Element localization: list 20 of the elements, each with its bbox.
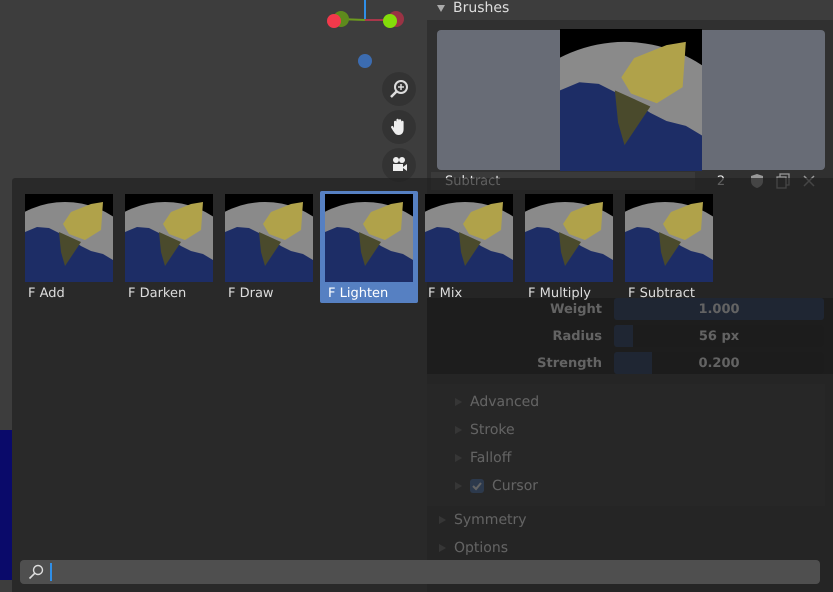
- expanded-arrow-icon[interactable]: [437, 4, 445, 12]
- brush-item[interactable]: F Subtract: [620, 191, 718, 303]
- brush-item[interactable]: F Draw: [220, 191, 318, 303]
- brush-item[interactable]: F Lighten: [320, 191, 418, 303]
- slider-label: Weight: [549, 302, 602, 316]
- hand-icon[interactable]: [382, 110, 416, 144]
- brush-item[interactable]: F Darken: [120, 191, 218, 303]
- slider-label: Strength: [536, 356, 602, 370]
- slider-value: 1.000: [698, 302, 740, 316]
- brush-item[interactable]: F Mix: [420, 191, 518, 303]
- slider-value: 56 px: [698, 328, 740, 344]
- slider-value: 0.200: [698, 356, 740, 370]
- zoom-icon[interactable]: [382, 72, 416, 106]
- search-field[interactable]: [20, 560, 820, 584]
- slider-label: Radius: [551, 328, 602, 344]
- search-icon: [28, 564, 44, 580]
- brush-item[interactable]: F Multiply: [520, 191, 618, 303]
- brush-item[interactable]: F Add: [20, 191, 118, 303]
- panel-header[interactable]: Brushes: [427, 0, 833, 20]
- panel-title: Brushes: [453, 0, 510, 16]
